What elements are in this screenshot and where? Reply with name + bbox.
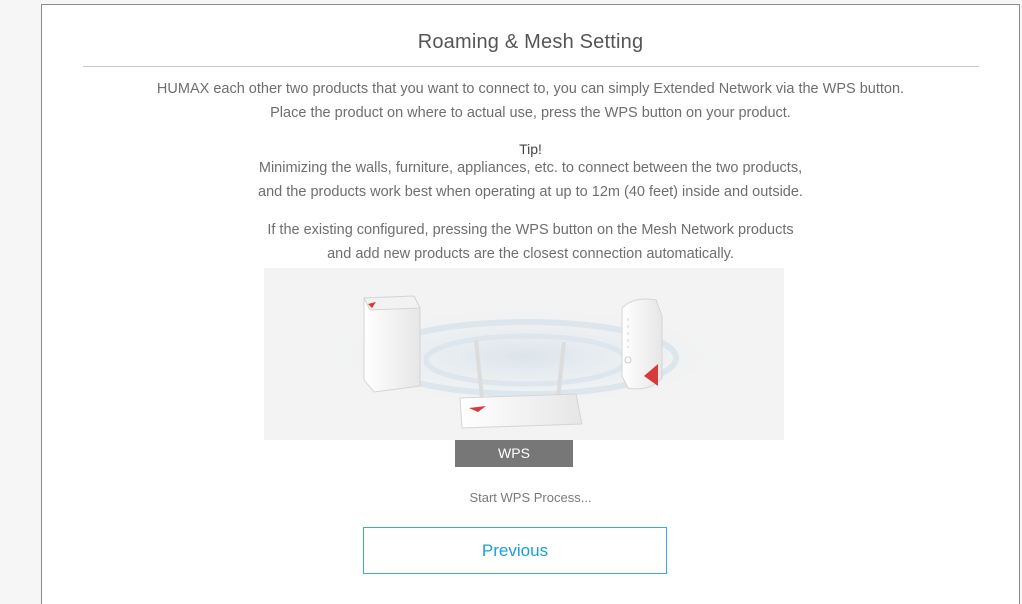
mesh-note-line-1: If the existing configured, pressing the… (267, 222, 794, 238)
tip-line-2: and the products work best when operatin… (258, 184, 803, 200)
tip-line-1: Minimizing the walls, furniture, applian… (258, 160, 803, 176)
mesh-note-line-2: and add new products are the closest con… (327, 246, 734, 262)
wps-button[interactable]: WPS (455, 440, 573, 467)
left-router-product (363, 295, 421, 393)
right-extender-product (621, 298, 663, 390)
wps-status-text: Start WPS Process... (469, 490, 592, 505)
description-line-2: Place the product on where to actual use… (270, 105, 791, 121)
mesh-products-illustration (264, 268, 784, 440)
setup-panel: Roaming & Mesh Setting HUMAX each other … (41, 4, 1020, 604)
tip-label: Tip! (519, 141, 542, 157)
description-line-1: HUMAX each other two products that you w… (156, 81, 905, 97)
previous-button[interactable]: Previous (363, 527, 667, 574)
title-divider (83, 66, 979, 67)
page-title: Roaming & Mesh Setting (417, 31, 644, 53)
mesh-illustration-graphic (316, 295, 736, 429)
